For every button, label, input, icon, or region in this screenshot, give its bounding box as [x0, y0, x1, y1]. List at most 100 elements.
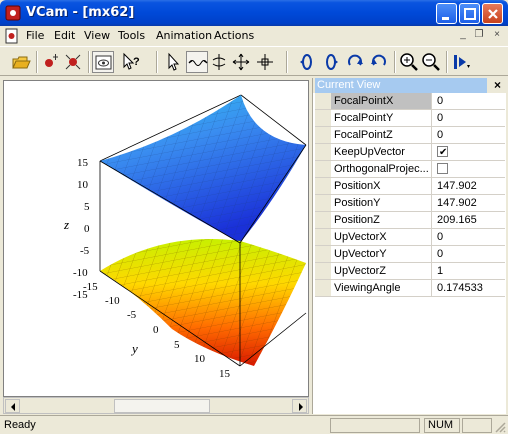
mdi-close-button[interactable]: ×	[490, 29, 504, 42]
menu-file[interactable]: File	[26, 29, 44, 42]
mdi-restore-button[interactable]: ❐	[472, 29, 486, 42]
property-value[interactable]: 1	[433, 263, 505, 279]
property-name: UpVectorX	[331, 229, 432, 245]
property-row[interactable]: FocalPointX 0	[315, 93, 505, 110]
sequence-play-icon[interactable]	[450, 51, 472, 73]
maximize-button[interactable]	[459, 3, 480, 24]
y-tick: 5	[174, 339, 180, 351]
record-icon[interactable]	[40, 51, 62, 73]
vcam-app-icon[interactable]	[5, 5, 21, 21]
y-tick: -10	[105, 295, 120, 307]
property-grid: FocalPointX 0 FocalPointY 0 FocalPointZ …	[315, 93, 505, 297]
status-bar: Ready NUM	[0, 415, 508, 434]
property-value[interactable]: 0.174533	[433, 280, 505, 296]
scroll-left-arrow-icon[interactable]	[5, 399, 20, 413]
mdi-minimize-button[interactable]: _	[456, 29, 470, 42]
property-value[interactable]: 0	[433, 93, 505, 109]
panel-title: Current View	[315, 78, 487, 93]
horizontal-scrollbar[interactable]	[3, 397, 309, 414]
open-folder-icon[interactable]	[10, 51, 32, 73]
status-text: Ready	[4, 419, 36, 431]
menu-actions[interactable]: Actions	[214, 29, 254, 42]
status-pane	[330, 418, 420, 433]
help-pointer-icon[interactable]: ?	[120, 51, 142, 73]
property-name: ViewingAngle	[331, 280, 432, 296]
y-tick: 0	[153, 324, 159, 336]
view-window-icon[interactable]	[92, 51, 114, 73]
close-button[interactable]	[482, 3, 503, 24]
pan-wave-icon[interactable]	[186, 51, 208, 73]
property-value[interactable]: 209.165	[433, 212, 505, 228]
bottom-surface	[100, 239, 306, 366]
azimuth-right-icon[interactable]	[320, 51, 342, 73]
resize-grip-icon[interactable]	[494, 421, 506, 433]
elevation-up-icon[interactable]	[344, 51, 366, 73]
property-name: PositionY	[331, 195, 432, 211]
y-axis-label: y	[130, 341, 138, 356]
menu-tools[interactable]: Tools	[118, 29, 145, 42]
orthogonal-projection-checkbox[interactable]	[437, 163, 448, 174]
z-tick: -5	[80, 245, 90, 257]
minimize-button[interactable]	[436, 3, 457, 24]
property-row[interactable]: UpVectorY 0	[315, 246, 505, 263]
scroll-thumb[interactable]	[114, 399, 210, 413]
property-value[interactable]: 147.902	[433, 195, 505, 211]
property-value[interactable]: 0	[433, 246, 505, 262]
property-name: PositionX	[331, 178, 432, 194]
property-row[interactable]: KeepUpVector ✔	[315, 144, 505, 161]
keep-up-vector-checkbox[interactable]: ✔	[437, 146, 448, 158]
select-pointer-icon[interactable]	[162, 51, 184, 73]
property-row[interactable]: UpVectorZ 1	[315, 263, 505, 280]
y-tick: -5	[127, 309, 137, 321]
menu-animation[interactable]: Animation	[156, 29, 212, 42]
property-value[interactable]: 147.902	[433, 178, 505, 194]
checkmark-icon: ✔	[439, 147, 448, 158]
property-name: FocalPointZ	[331, 127, 432, 143]
property-name: UpVectorY	[331, 246, 432, 262]
z-tick: -10	[73, 267, 88, 279]
rotate-arrows-icon[interactable]	[208, 51, 230, 73]
property-name: KeepUpVector	[331, 144, 432, 160]
panel-close-icon[interactable]: ×	[494, 78, 501, 92]
toolbar: ?	[0, 46, 508, 76]
zoom-out-icon[interactable]	[420, 51, 442, 73]
property-row[interactable]: UpVectorX 0	[315, 229, 505, 246]
property-row[interactable]: FocalPointY 0	[315, 110, 505, 127]
plot-viewport[interactable]: 15 10 5 0 -5 -10 -15 z -15 -10 -5 0 5 10…	[3, 80, 309, 397]
property-name: UpVectorZ	[331, 263, 432, 279]
title-bar[interactable]: VCam - [mx62]	[0, 0, 508, 26]
move-icon[interactable]	[230, 51, 252, 73]
scroll-right-arrow-icon[interactable]	[292, 399, 307, 413]
property-row[interactable]: PositionY 147.902	[315, 195, 505, 212]
z-tick: 0	[84, 223, 90, 235]
fly-cross-icon[interactable]	[254, 51, 276, 73]
3d-surface-plot[interactable]: 15 10 5 0 -5 -10 -15 z -15 -10 -5 0 5 10…	[4, 81, 309, 397]
z-axis: 15 10 5 0 -5 -10 -15 z	[63, 157, 90, 301]
current-view-panel: Current View × FocalPointX 0 FocalPointY…	[312, 78, 507, 414]
zoom-in-icon[interactable]	[398, 51, 420, 73]
property-value[interactable]: 0	[433, 127, 505, 143]
property-value[interactable]: 0	[433, 110, 505, 126]
y-tick: -15	[83, 281, 98, 293]
property-row[interactable]: PositionZ 209.165	[315, 212, 505, 229]
menu-bar: File Edit View Tools Animation Actions _…	[0, 26, 508, 46]
property-row[interactable]: ViewingAngle 0.174533	[315, 280, 505, 297]
top-surface	[100, 95, 306, 243]
property-row[interactable]: PositionX 147.902	[315, 178, 505, 195]
z-axis-label: z	[63, 217, 69, 232]
azimuth-left-icon[interactable]	[296, 51, 318, 73]
y-tick: 10	[194, 353, 206, 365]
property-row[interactable]: FocalPointZ 0	[315, 127, 505, 144]
document-icon[interactable]	[4, 28, 20, 44]
property-row[interactable]: OrthogonalProjec...	[315, 161, 505, 178]
property-name: OrthogonalProjec...	[331, 161, 432, 177]
menu-edit[interactable]: Edit	[54, 29, 75, 42]
elevation-down-icon[interactable]	[368, 51, 390, 73]
property-value[interactable]: 0	[433, 229, 505, 245]
panel-header: Current View ×	[313, 78, 507, 93]
window-title: VCam - [mx62]	[26, 5, 135, 20]
z-tick: 10	[77, 179, 89, 191]
svg-text:?: ?	[133, 56, 140, 68]
menu-view[interactable]: View	[84, 29, 110, 42]
target-icon[interactable]	[62, 51, 84, 73]
